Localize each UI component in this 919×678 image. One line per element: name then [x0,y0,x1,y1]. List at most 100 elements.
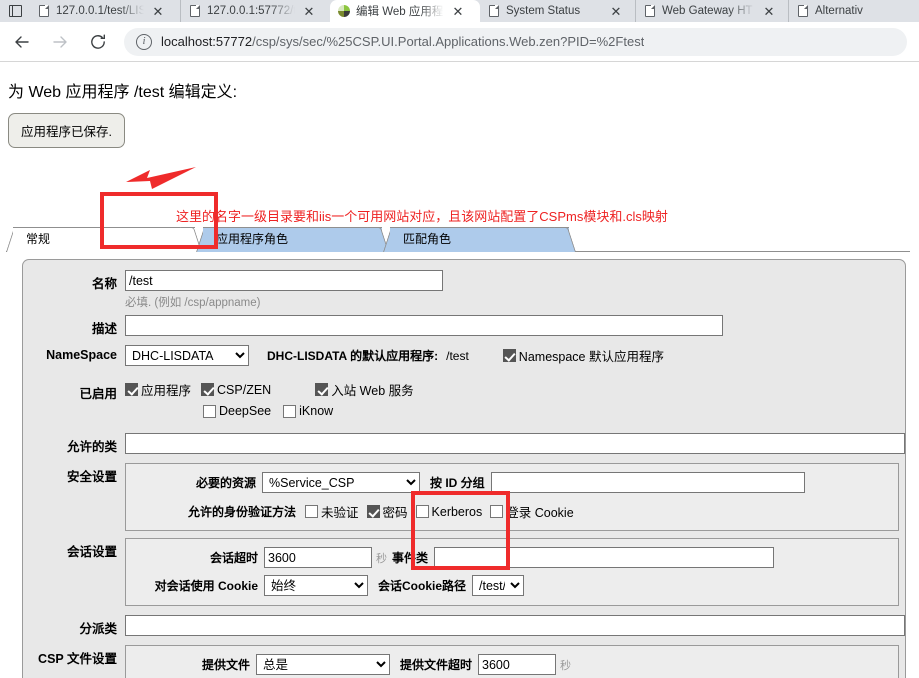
browser-tab-label: 编辑 Web 应用程 [356,6,444,18]
document-icon [37,5,50,18]
enabled-deepsee-checkbox[interactable] [203,404,216,418]
document-icon [487,5,500,18]
intersystems-icon [337,5,350,18]
browser-tab-5[interactable]: Alternativ [788,0,888,22]
row-namespace: NameSpace DHC-LISDATA DHC-LISDATA 的默认应用程… [23,345,907,366]
auth-kerberos-checkbox[interactable] [415,505,429,518]
enabled-cspzen-checkbox[interactable] [201,383,215,396]
browser-tab-3[interactable]: System Status ✕ [480,0,635,22]
tab-application-roles[interactable]: 应用程序角色 [196,227,389,252]
serve-files-select[interactable]: 总是 [256,654,390,675]
name-hint: 必填. (例如 /csp/appname) [125,297,261,309]
namespace-default-checkbox[interactable] [502,349,516,362]
row-permitted-classes: 允许的类 [23,433,907,455]
namespace-default-app-value: /test [446,348,469,363]
auth-kerberos-label: Kerberos [431,504,483,519]
browser-tab-label: System Status [506,5,581,17]
info-icon[interactable]: i [136,33,152,50]
dispatch-class-label: 分派类 [79,622,117,636]
document-icon [796,5,809,18]
tab-matching-roles[interactable]: 匹配角色 [383,227,576,252]
serve-files-row: 提供文件 总是 提供文件超时 秒 [136,654,888,675]
group-by-id-input[interactable] [490,472,805,493]
name-input[interactable] [125,270,443,291]
auth-login-cookie-label: 登录 Cookie [506,506,574,520]
event-class-label: 事件类 [392,551,429,565]
enabled-application-label: 应用程序 [141,384,192,398]
page-title: 为 Web 应用程序 /test 编辑定义: [8,84,238,101]
browser-tab-label: 127.0.0.1/test/LIS [56,5,144,17]
security-label: 安全设置 [66,470,117,484]
page-content: 为 Web 应用程序 /test 编辑定义: 应用程序已保存. 这里的名字一级目… [0,63,919,678]
browser-tab-2-active[interactable]: 编辑 Web 应用程 ✕ [330,0,480,22]
namespace-label: NameSpace [46,348,117,362]
session-timeout-unit: 秒 [376,552,387,565]
cookie-path-label: 会话Cookie路径 [378,579,467,593]
reload-button[interactable] [82,26,114,58]
session-subpanel: 会话超时 秒 事件类 对会话使用 Cookie 始终 会话Cookie路径 [125,538,899,606]
row-csp-files: CSP 文件设置 提供文件 总是 提供文件超时 秒 CSP 文件物理路径 [23,645,907,678]
close-icon[interactable]: ✕ [449,2,467,20]
close-icon[interactable]: ✕ [149,2,167,20]
name-label: 名称 [91,277,117,291]
close-icon[interactable]: ✕ [760,2,778,20]
group-by-id-label: 按 ID 分组 [430,476,485,490]
form-tabs: 常规 应用程序角色 匹配角色 [6,227,906,252]
session-timeout-row: 会话超时 秒 事件类 [136,547,888,568]
enabled-row-1: 应用程序 CSP/ZEN 入站 Web 服务 [125,380,907,399]
tab-general[interactable]: 常规 [6,227,202,252]
row-security: 安全设置 必要的资源 %Service_CSP 按 ID 分组 允许的身份验证方… [23,463,907,531]
description-input[interactable] [125,315,723,336]
enabled-inbound-web-service-label: 入站 Web 服务 [331,384,414,398]
auth-unauthenticated-checkbox[interactable] [305,505,318,518]
use-cookie-label: 对会话使用 Cookie [154,579,258,593]
session-cookie-row: 对会话使用 Cookie 始终 会话Cookie路径 /test/ [136,575,888,596]
close-icon[interactable]: ✕ [300,2,318,20]
enabled-iknow-label: iKnow [299,404,334,418]
serve-files-timeout-label: 提供文件超时 [400,658,473,672]
close-icon[interactable]: ✕ [607,2,625,20]
row-dispatch-class: 分派类 [23,615,907,637]
csp-files-label: CSP 文件设置 [38,652,117,666]
red-annotation-text: 这里的名字一级目录要和iis一个可用网站对应，且该网站配置了CSPms模块和.c… [176,209,668,224]
browser-tab-0[interactable]: 127.0.0.1/test/LIS ✕ [30,0,180,22]
forward-button[interactable] [44,26,76,58]
address-path: /csp/sys/sec/%25CSP.UI.Portal.Applicatio… [252,34,645,49]
enabled-inbound-web-service-checkbox[interactable] [315,383,329,396]
browser-tab-1[interactable]: 127.0.0.1:57772/t ✕ [180,0,330,22]
browser-tab-label: Web Gateway HT [662,5,753,17]
auth-unauthenticated-label: 未验证 [321,506,359,520]
enabled-application-checkbox[interactable] [125,383,138,396]
saved-status-button[interactable]: 应用程序已保存. [8,113,125,148]
tab-list-icon [8,5,22,17]
dispatch-class-input[interactable] [125,615,905,636]
serve-files-timeout-input[interactable] [478,654,557,675]
use-cookie-select[interactable]: 始终 [264,575,368,596]
tab-search-button[interactable] [0,0,30,22]
auth-password-checkbox[interactable] [366,505,380,518]
auth-login-cookie-checkbox[interactable] [490,505,504,518]
browser-tab-strip: 127.0.0.1/test/LIS ✕ 127.0.0.1:57772/t ✕… [0,0,919,22]
row-session: 会话设置 会话超时 秒 事件类 对会话使用 Cookie 始终 [23,538,907,606]
session-timeout-input[interactable] [264,547,372,568]
enabled-cspzen-label: CSP/ZEN [217,382,272,397]
browser-tab-4[interactable]: Web Gateway HT ✕ [635,0,788,22]
required-resource-select[interactable]: %Service_CSP [262,472,420,493]
event-class-input[interactable] [434,547,775,568]
permitted-classes-input[interactable] [125,433,905,454]
required-resource-label: 必要的资源 [195,476,256,490]
back-button[interactable] [6,26,38,58]
enabled-label: 已启用 [79,387,117,401]
address-host: localhost:57772 [161,34,253,49]
csp-files-subpanel: 提供文件 总是 提供文件超时 秒 CSP 文件物理路径 浏览... [125,645,899,678]
enabled-iknow-checkbox[interactable] [283,404,297,418]
address-bar[interactable]: i localhost:57772/csp/sys/sec/%25CSP.UI.… [124,27,907,56]
namespace-select[interactable]: DHC-LISDATA [125,345,249,366]
session-timeout-label: 会话超时 [209,551,258,565]
serve-files-timeout-unit: 秒 [560,659,572,672]
document-icon [188,5,201,18]
red-arrow-icon [124,165,198,198]
cookie-path-select[interactable]: /test/ [472,575,525,596]
enabled-row-2: DeepSee iKnow [125,404,907,418]
tab-general-label: 常规 [26,232,51,246]
